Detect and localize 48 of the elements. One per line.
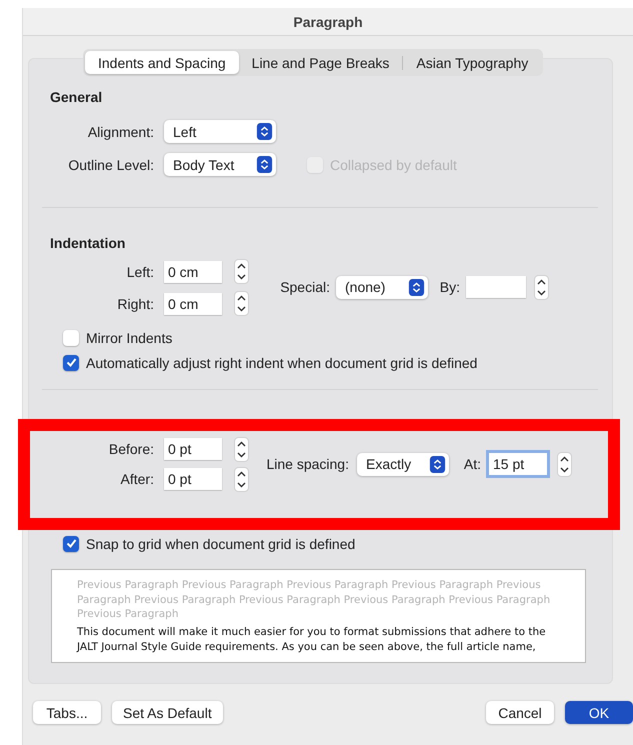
- checkbox[interactable]: [63, 354, 79, 370]
- stepper[interactable]: [234, 436, 249, 462]
- updown-icon: [408, 278, 425, 296]
- tab[interactable]: Line and Page Breaks: [238, 51, 402, 74]
- dialog-button[interactable]: OK: [565, 701, 633, 724]
- field-label: Before:: [108, 441, 154, 457]
- checkbox-label: Snap to grid when document grid is defined: [86, 536, 356, 552]
- number-field[interactable]: 15 pt: [489, 453, 547, 475]
- field-label: After:: [120, 471, 154, 487]
- updown-icon: [256, 156, 273, 173]
- dialog-button[interactable]: Tabs...: [33, 701, 101, 724]
- dropdown[interactable]: Left: [164, 120, 276, 143]
- window-title: Paragraph: [293, 14, 363, 30]
- tab[interactable]: Indents and Spacing: [85, 51, 239, 74]
- stepper[interactable]: [557, 452, 572, 476]
- stepper[interactable]: [234, 259, 249, 284]
- field-label: Left:: [126, 264, 154, 280]
- tab[interactable]: Asian Typography: [403, 51, 542, 74]
- number-field[interactable]: 0 pt: [164, 438, 222, 460]
- stepper[interactable]: [234, 466, 249, 492]
- dialog-button[interactable]: Cancel: [486, 701, 554, 724]
- checkbox[interactable]: [63, 330, 79, 346]
- field-label: By:: [438, 279, 460, 295]
- checkbox-label: Mirror Indents: [86, 330, 172, 346]
- updown-icon: [429, 456, 446, 472]
- checkbox-label: Automatically adjust right indent when document grid is defined: [86, 354, 478, 370]
- checkbox[interactable]: [63, 536, 79, 552]
- updown-icon: [256, 123, 273, 140]
- dialog-button[interactable]: Set As Default: [112, 701, 223, 724]
- preview-text: Previous Paragraph Previous Paragraph Previous Paragraph Previous Paragraph Previous Paragraph Previous Paragraph Previous Paragraph Previous Paragraph Previous Paragraph Previous Paragraph: [77, 578, 552, 622]
- number-field[interactable]: [466, 276, 526, 298]
- dropdown[interactable]: Body Text: [164, 153, 276, 176]
- field-label: Special:: [279, 279, 330, 295]
- section-heading: General: [50, 89, 104, 107]
- stepper[interactable]: [534, 274, 549, 300]
- section-heading: Indentation: [50, 235, 126, 253]
- field-label: Outline Level:: [67, 156, 154, 172]
- number-field[interactable]: 0 pt: [164, 468, 222, 490]
- preview-text: This document will make it much easier for you to format submissions that adhere to the JALT Journal Style Guide requirements. As you can be seen above, the full article name,: [77, 624, 547, 655]
- dropdown[interactable]: Exactly: [357, 452, 449, 476]
- stepper[interactable]: [234, 291, 249, 316]
- field-label: Right:: [116, 296, 154, 312]
- field-label: At:: [462, 456, 481, 472]
- field-label: Line spacing:: [265, 456, 349, 472]
- number-field[interactable]: 0 cm: [164, 260, 222, 282]
- number-field[interactable]: 0 cm: [164, 292, 222, 314]
- field-label: Alignment:: [86, 124, 154, 140]
- dropdown[interactable]: (none): [336, 276, 428, 298]
